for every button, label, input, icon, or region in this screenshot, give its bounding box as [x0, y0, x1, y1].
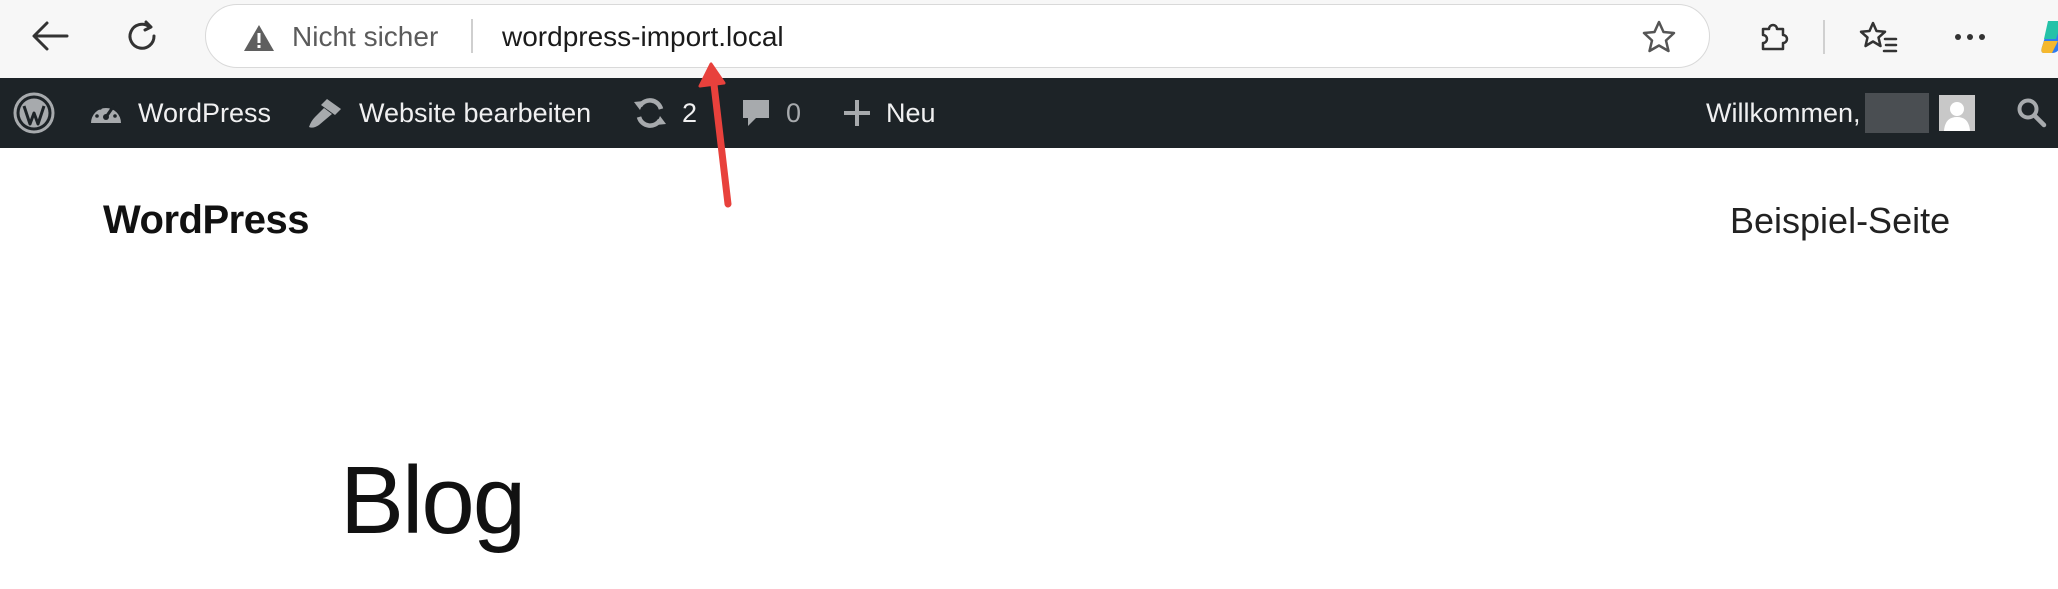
site-name-label: WordPress [138, 97, 272, 128]
updates-count: 2 [682, 97, 698, 128]
copilot-button[interactable] [2030, 12, 2058, 62]
back-button[interactable] [22, 8, 78, 64]
favorites-list-icon [1859, 21, 1898, 53]
nav-link-sample-page[interactable]: Beispiel-Seite [1730, 200, 1950, 242]
search-menu[interactable] [2016, 78, 2048, 148]
paintbrush-icon [309, 99, 341, 128]
user-silhouette-icon [1943, 102, 1970, 131]
more-horizontal-icon [1955, 34, 1985, 40]
new-content-menu[interactable]: Neu [842, 78, 936, 148]
new-label: Neu [886, 97, 936, 128]
comments-count: 0 [786, 97, 802, 128]
comment-bubble-icon [743, 100, 769, 126]
site-title[interactable]: WordPress [103, 198, 309, 243]
site-name-menu[interactable]: WordPress [88, 78, 271, 148]
redacted-username [1864, 93, 1929, 133]
wp-logo-menu[interactable] [12, 78, 56, 148]
warning-icon [244, 25, 274, 51]
security-status-label[interactable]: Nicht sicher [292, 21, 438, 53]
wp-admin-bar: WordPress Website bearbeiten 2 0 Neu Wil… [0, 78, 2058, 148]
favorite-star-icon[interactable] [1641, 19, 1677, 55]
reload-icon [128, 20, 156, 50]
reload-button[interactable] [114, 8, 170, 64]
copilot-icon [2041, 21, 2058, 53]
avatar [1938, 95, 1975, 131]
updates-menu[interactable]: 2 [632, 78, 697, 148]
wordpress-logo-icon [13, 92, 55, 134]
page-heading: Blog [340, 447, 526, 554]
comments-menu[interactable]: 0 [740, 78, 801, 148]
search-icon [2017, 98, 2047, 128]
edit-site-label: Website bearbeiten [359, 97, 592, 128]
updates-sync-icon [634, 98, 666, 128]
browser-toolbar: Nicht sicher wordpress-import.local [0, 0, 2058, 78]
extensions-button[interactable] [1748, 12, 1798, 62]
edit-site-menu[interactable]: Website bearbeiten [305, 78, 591, 148]
favorites-button[interactable] [1854, 12, 1904, 62]
address-divider [471, 19, 473, 53]
address-bar[interactable]: Nicht sicher wordpress-import.local [205, 4, 1710, 68]
arrow-left-icon [32, 21, 69, 51]
welcome-label: Willkommen, [1706, 97, 1861, 128]
dashboard-gauge-icon [91, 103, 121, 123]
my-account-menu[interactable]: Willkommen, [1706, 78, 1975, 148]
plus-icon [844, 100, 870, 126]
more-button[interactable] [1945, 12, 1995, 62]
puzzle-icon [1761, 23, 1789, 51]
url-text[interactable]: wordpress-import.local [502, 21, 784, 53]
toolbar-divider [1823, 20, 1825, 54]
